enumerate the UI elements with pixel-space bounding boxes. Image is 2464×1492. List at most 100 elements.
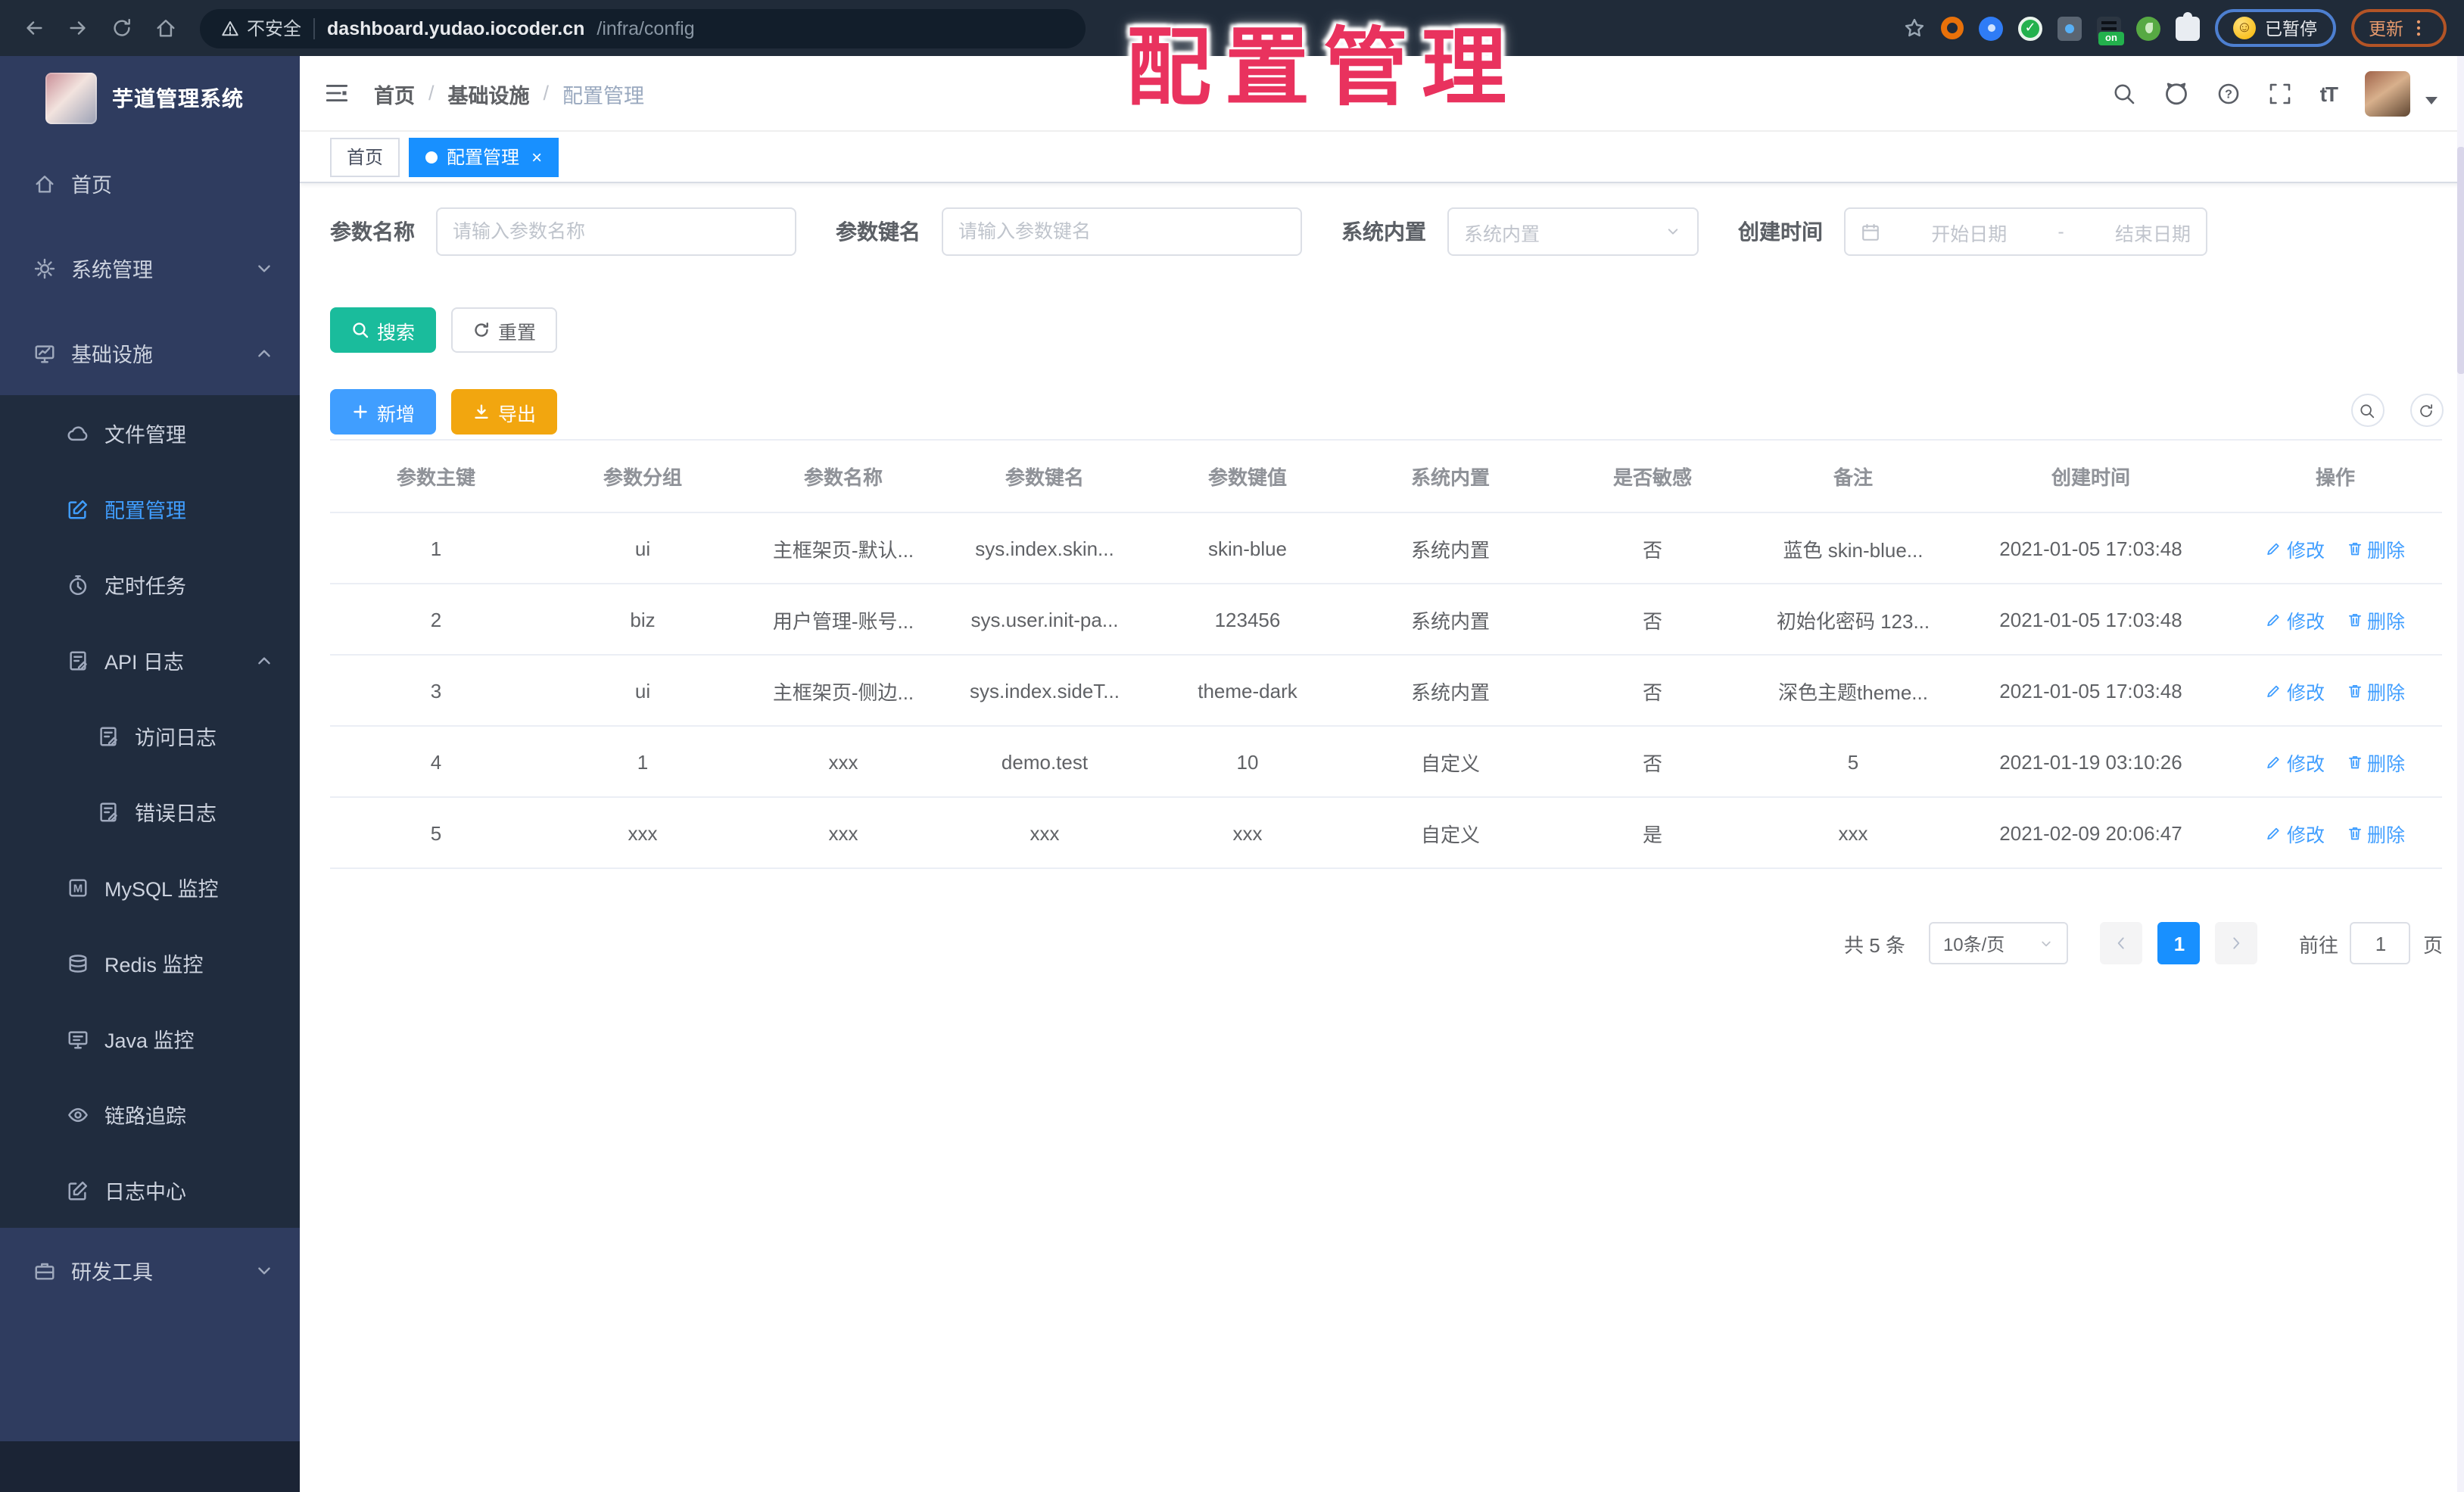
pagination-total: 共 5 条: [1844, 933, 1905, 956]
toggle-search-icon[interactable]: [2350, 394, 2384, 427]
page-size-value: 10条/页: [1942, 933, 2005, 955]
not-secure-warning[interactable]: 不安全: [221, 15, 301, 41]
sidebar-item-tools[interactable]: 研发工具: [0, 1228, 300, 1313]
browser-menu-dots-icon[interactable]: [2408, 18, 2428, 38]
next-page-icon[interactable]: [2215, 922, 2258, 964]
close-icon[interactable]: ×: [531, 146, 542, 167]
security-label: 不安全: [247, 18, 302, 39]
page-scrollbar[interactable]: [2456, 56, 2464, 1492]
app-logo-row[interactable]: 芋道管理系统: [0, 56, 300, 141]
sidebar-item-log[interactable]: API 日志: [0, 622, 300, 698]
sidebar-item-cloud[interactable]: 文件管理: [0, 395, 300, 471]
tab-item[interactable]: 首页: [330, 137, 400, 176]
orange-ring-extension-icon[interactable]: [1941, 17, 1964, 39]
goto-page: 前往 页: [2299, 922, 2443, 964]
tab-active[interactable]: 配置管理 ×: [409, 137, 559, 176]
sidebar-item-java[interactable]: Java 监控: [0, 1001, 300, 1076]
sidebar-item-infra[interactable]: 基础设施: [0, 310, 300, 395]
table-cell: ui: [542, 655, 743, 727]
github-icon[interactable]: [2164, 80, 2190, 106]
breadcrumb-item[interactable]: 基础设施: [448, 78, 530, 108]
param-key-input-field[interactable]: [958, 221, 1285, 242]
sidebar-footer-bar: [0, 1441, 300, 1492]
search-icon[interactable]: [2113, 81, 2137, 105]
filter-form: 参数名称 参数键名 系统内置 系统内置 创建时间 开始日期 - 结束日期: [330, 207, 2207, 256]
current-page-button[interactable]: 1: [2157, 922, 2201, 964]
prev-page-icon[interactable]: [2100, 922, 2143, 964]
user-menu-caret-icon[interactable]: [2425, 97, 2437, 104]
forward-icon[interactable]: [62, 13, 92, 43]
edit-link[interactable]: 修改: [2266, 747, 2325, 776]
refresh-icon[interactable]: [2409, 394, 2443, 427]
goto-page-input[interactable]: [2350, 922, 2411, 964]
table-cell: 否: [1552, 584, 1753, 656]
search-button-label: 搜索: [377, 322, 416, 343]
table-cell: 2021-01-05 17:03:48: [1953, 584, 2229, 656]
export-button[interactable]: 导出: [451, 389, 558, 435]
breadcrumb: 首页 / 基础设施 / 配置管理: [374, 78, 644, 108]
profile-paused-badge[interactable]: ☺ 已暂停: [2215, 9, 2335, 47]
fullscreen-icon[interactable]: [2269, 81, 2293, 105]
edit-link[interactable]: 修改: [2266, 605, 2325, 634]
page-size-select[interactable]: 10条/页: [1929, 922, 2069, 964]
sidebar-item-logcenter[interactable]: 日志中心: [0, 1152, 300, 1228]
sidebar-item-timer[interactable]: 定时任务: [0, 547, 300, 622]
reset-button[interactable]: 重置: [451, 307, 558, 353]
chevron-down-icon: [253, 1259, 276, 1282]
sidebar-item-eye[interactable]: 链路追踪: [0, 1076, 300, 1152]
address-bar[interactable]: 不安全 dashboard.yudao.iocoder.cn/infra/con…: [200, 8, 1086, 48]
date-range-picker[interactable]: 开始日期 - 结束日期: [1844, 207, 2207, 256]
font-size-icon[interactable]: tT: [2320, 81, 2338, 105]
browser-update-button[interactable]: 更新: [2350, 9, 2446, 47]
sidebar-item-label: 基础设施: [71, 344, 153, 366]
delete-link[interactable]: 删除: [2346, 818, 2405, 847]
sidebar-item-doc[interactable]: 错误日志: [0, 774, 300, 849]
param-key-input[interactable]: [942, 207, 1302, 256]
action-label: 修改: [2286, 824, 2325, 846]
help-icon[interactable]: ?: [2217, 81, 2241, 105]
bookmark-star-icon[interactable]: [1903, 17, 1926, 39]
check-extension-icon[interactable]: ✓: [2018, 16, 2042, 40]
table-cell: xxx: [1753, 797, 1953, 869]
param-name-input-field[interactable]: [453, 221, 780, 242]
breadcrumb-item: 配置管理: [562, 84, 645, 107]
annotation-overlay: 配置管理: [1126, 20, 1520, 115]
translate-extension-icon[interactable]: [2057, 16, 2082, 40]
filter-key-label: 参数键名: [836, 220, 920, 244]
table-cell: sys.index.sideT...: [943, 655, 1146, 727]
add-button[interactable]: 新增: [330, 389, 437, 435]
home-icon[interactable]: [150, 13, 180, 43]
sidebar-item-doc[interactable]: 访问日志: [0, 698, 300, 774]
table-header-row: 参数主键 参数分组 参数名称 参数键名 参数键值 系统内置 是否敏感 备注 创建时间 操作: [330, 439, 2442, 513]
table-cell: 2021-02-09 20:06:47: [1953, 797, 2229, 869]
builtin-select[interactable]: 系统内置: [1447, 207, 1699, 256]
search-button[interactable]: 搜索: [330, 307, 437, 353]
table-cell: 10: [1146, 726, 1349, 798]
edit-icon: [67, 497, 89, 520]
collapse-menu-icon[interactable]: [324, 80, 350, 106]
action-label: 删除: [2367, 611, 2406, 632]
sidebar-item-redis[interactable]: Redis 监控: [0, 925, 300, 1001]
edit-link[interactable]: 修改: [2266, 676, 2325, 705]
proxy-on-extension-icon[interactable]: on: [2097, 16, 2124, 45]
leaf-extension-icon[interactable]: [2136, 16, 2160, 40]
sidebar-item-edit[interactable]: 配置管理: [0, 471, 300, 547]
reload-icon[interactable]: [106, 13, 136, 43]
delete-link[interactable]: 删除: [2346, 676, 2405, 705]
delete-link[interactable]: 删除: [2346, 534, 2405, 562]
delete-link[interactable]: 删除: [2346, 605, 2405, 634]
param-name-input[interactable]: [436, 207, 796, 256]
puzzle-extensions-icon[interactable]: [2176, 11, 2200, 40]
pin-extension-icon[interactable]: [1979, 16, 2003, 40]
sidebar-item-label: 系统管理: [71, 259, 153, 282]
sidebar-item-mysql[interactable]: M MySQL 监控: [0, 849, 300, 925]
back-icon[interactable]: [18, 13, 48, 43]
sidebar-item-gear[interactable]: 系统管理: [0, 226, 300, 310]
edit-link[interactable]: 修改: [2266, 534, 2325, 562]
breadcrumb-item[interactable]: 首页: [374, 78, 415, 108]
scrollbar-thumb[interactable]: [2456, 147, 2464, 374]
user-avatar[interactable]: [2364, 70, 2409, 116]
edit-link[interactable]: 修改: [2266, 818, 2325, 847]
sidebar-item-home[interactable]: 首页: [0, 141, 300, 226]
delete-link[interactable]: 删除: [2346, 747, 2405, 776]
